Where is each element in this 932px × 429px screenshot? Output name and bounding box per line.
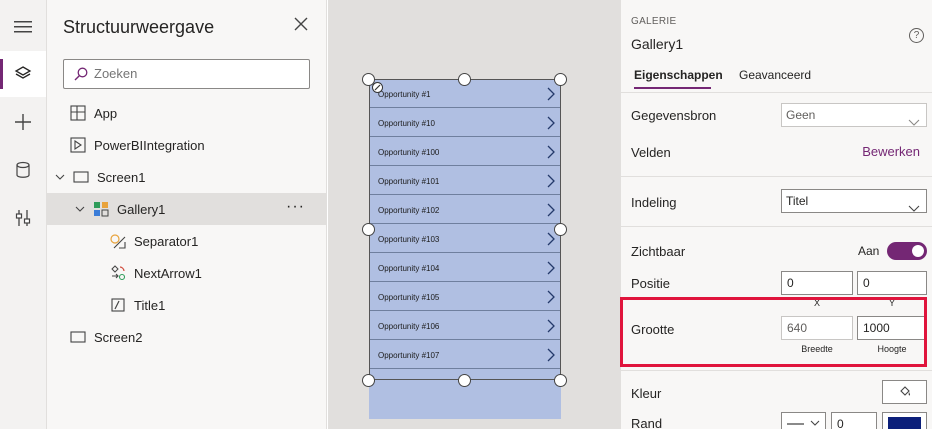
paint-bucket-icon xyxy=(898,385,912,404)
add-icon[interactable] xyxy=(0,99,46,145)
gegevensbron-value: Geen xyxy=(786,108,816,122)
app-icon xyxy=(69,104,87,122)
left-rail xyxy=(0,0,47,429)
tree-item-label: NextArrow1 xyxy=(134,265,202,281)
more-options-icon[interactable]: ··· xyxy=(286,199,305,215)
gegevensbron-select[interactable]: Geen xyxy=(781,103,927,127)
rand-style-select[interactable] xyxy=(781,412,826,429)
resize-handle-bottom-left[interactable] xyxy=(362,374,375,387)
selection-frame xyxy=(369,79,561,380)
separator-icon xyxy=(109,232,127,250)
chevron-down-icon[interactable] xyxy=(53,170,67,184)
divider xyxy=(621,370,932,371)
rand-color-swatch xyxy=(888,417,921,429)
chevron-down-icon xyxy=(908,197,920,219)
bewerken-link[interactable]: Bewerken xyxy=(862,144,920,159)
zichtbaar-value: Aan xyxy=(858,244,880,258)
layers-icon[interactable] xyxy=(0,51,46,97)
rand-label: Rand xyxy=(631,416,663,429)
tab-geavanceerd[interactable]: Geavanceerd xyxy=(739,68,811,82)
divider xyxy=(621,226,932,227)
component-icon xyxy=(69,136,87,154)
resize-handle-bottom[interactable] xyxy=(458,374,471,387)
divider xyxy=(621,92,932,93)
active-tab-indicator xyxy=(634,87,711,89)
positie-y-input[interactable]: 0 xyxy=(857,271,927,295)
search-input[interactable] xyxy=(94,60,294,88)
positie-x-input[interactable]: 0 xyxy=(781,271,853,295)
control-name: Gallery1 xyxy=(631,36,684,52)
tree-item-nextarrow1[interactable]: NextArrow1 xyxy=(47,257,327,289)
edit-icon[interactable] xyxy=(372,82,383,93)
tools-icon[interactable] xyxy=(0,195,46,241)
tree-item-label: Screen2 xyxy=(94,329,143,345)
resize-handle-top-right[interactable] xyxy=(554,73,567,86)
tree-item-label: Gallery1 xyxy=(117,201,166,217)
data-icon[interactable] xyxy=(0,147,46,193)
tree-item-label: Separator1 xyxy=(134,233,199,249)
screen-icon xyxy=(72,168,90,186)
chevron-down-icon[interactable] xyxy=(73,202,87,216)
zichtbaar-label: Zichtbaar xyxy=(631,244,686,259)
positie-label: Positie xyxy=(631,276,671,291)
tree-item-app[interactable]: App xyxy=(47,97,327,129)
kleur-label: Kleur xyxy=(631,386,662,401)
kleur-picker-button[interactable] xyxy=(882,380,927,404)
indeling-value: Titel xyxy=(786,194,809,208)
close-icon[interactable] xyxy=(294,17,310,33)
tree-item-screen2[interactable]: Screen2 xyxy=(47,321,327,353)
label-icon xyxy=(109,296,127,314)
tree-item-screen1[interactable]: Screen1 xyxy=(47,161,327,193)
tree-item-powerbiintegration[interactable]: PowerBIIntegration xyxy=(47,129,327,161)
tree-item-label: App xyxy=(94,105,118,121)
chevron-down-icon xyxy=(908,111,920,133)
tree-item-label: PowerBIIntegration xyxy=(94,137,205,153)
tab-eigenschappen[interactable]: Eigenschappen xyxy=(634,68,723,82)
tree-item-gallery1[interactable]: Gallery1 ··· xyxy=(47,193,327,225)
search-box xyxy=(63,59,310,89)
gegevensbron-label: Gegevensbron xyxy=(631,108,717,123)
tree-item-label: Title1 xyxy=(134,297,166,313)
tree-item-title1[interactable]: Title1 xyxy=(47,289,327,321)
resize-handle-bottom-right[interactable] xyxy=(554,374,567,387)
divider xyxy=(621,176,932,177)
arrow-icon xyxy=(109,264,127,282)
tree-item-separator1[interactable]: Separator1 xyxy=(47,225,327,257)
resize-handle-right[interactable] xyxy=(554,223,567,236)
help-icon[interactable]: ? xyxy=(909,28,924,43)
resize-handle-top[interactable] xyxy=(458,73,471,86)
gallery-icon xyxy=(92,200,110,218)
indeling-label: Indeling xyxy=(631,195,677,210)
tree-view-title: Structuurweergave xyxy=(63,17,215,37)
control-type: GALERIE xyxy=(631,16,677,27)
toggle-knob xyxy=(912,245,924,257)
indeling-select[interactable]: Titel xyxy=(781,189,927,213)
rand-thickness-input[interactable]: 0 xyxy=(831,412,877,429)
zichtbaar-toggle[interactable] xyxy=(887,242,927,260)
screen-icon xyxy=(69,328,87,346)
tree-view-panel: Structuurweergave App PowerBIIntegration… xyxy=(47,0,327,429)
resize-handle-left[interactable] xyxy=(362,223,375,236)
tree-item-label: Screen1 xyxy=(97,169,146,185)
rand-color-picker[interactable] xyxy=(882,412,927,429)
velden-label: Velden xyxy=(631,145,671,160)
grootte-highlight-box xyxy=(620,297,927,367)
menu-icon[interactable] xyxy=(0,4,46,50)
search-icon xyxy=(74,67,88,86)
